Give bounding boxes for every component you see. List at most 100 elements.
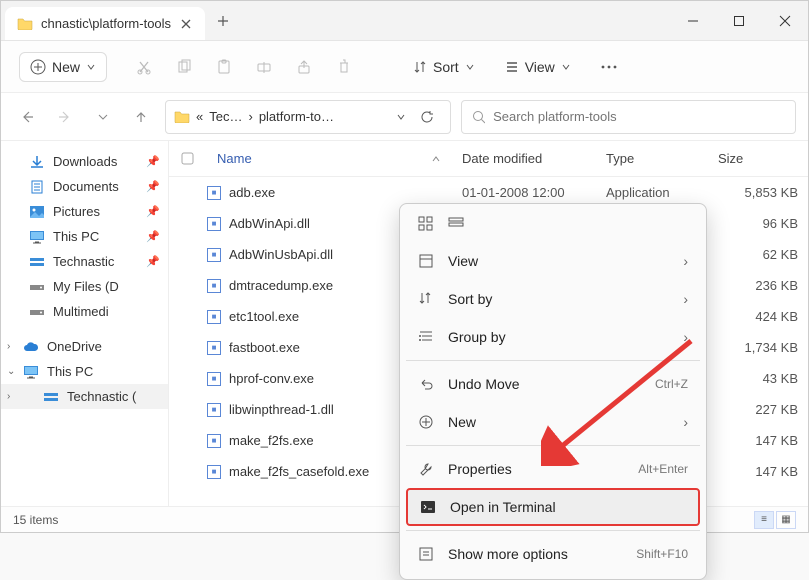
minimize-icon — [687, 15, 699, 27]
more-icon — [418, 546, 436, 562]
search-box[interactable] — [461, 100, 796, 134]
chevron-right-icon: › — [683, 414, 688, 430]
drive-icon — [43, 390, 59, 404]
icons-view-button[interactable]: ▦ — [776, 511, 796, 529]
forward-button[interactable] — [51, 109, 79, 125]
file-size: 96 KB — [708, 216, 808, 231]
ctx-large-icons[interactable] — [418, 216, 436, 232]
new-button[interactable]: New — [19, 52, 107, 82]
sort-icon — [413, 60, 427, 74]
pin-icon: 📌 — [146, 205, 160, 218]
paste-icon — [216, 59, 232, 75]
sidebar-item-label: Technastic ( — [67, 389, 136, 404]
cloud-icon — [23, 340, 39, 354]
status-count: 15 items — [13, 513, 58, 527]
column-type[interactable]: Type — [596, 141, 708, 176]
tab-current[interactable]: chnastic\platform-tools — [5, 7, 205, 40]
new-label: New — [52, 59, 80, 75]
column-check[interactable] — [169, 141, 207, 176]
search-input[interactable] — [493, 109, 785, 124]
file-icon: ■ — [207, 217, 221, 231]
group-icon — [418, 329, 436, 345]
column-headers: Name Date modified Type Size — [169, 141, 808, 177]
details-view-button[interactable]: ≡ — [754, 511, 774, 529]
crumb-seg1[interactable]: Tec… — [209, 109, 242, 124]
close-icon — [779, 15, 791, 27]
ctx-undo[interactable]: Undo MoveCtrl+Z — [406, 365, 700, 403]
drive-icon — [29, 305, 45, 319]
refresh-icon — [420, 110, 434, 124]
wrench-icon — [418, 461, 436, 477]
close-window-button[interactable] — [762, 1, 808, 40]
terminal-icon — [420, 499, 438, 515]
tab-label: chnastic\platform-tools — [41, 16, 171, 31]
column-name[interactable]: Name — [207, 141, 452, 176]
copy-icon — [176, 59, 192, 75]
sidebar-item-thispc[interactable]: This PC📌 — [1, 224, 168, 249]
file-size: 62 KB — [708, 247, 808, 262]
rename-button[interactable] — [245, 51, 283, 83]
sort-button[interactable]: Sort — [403, 53, 485, 81]
context-icon-row — [406, 210, 700, 242]
file-size: 147 KB — [708, 433, 808, 448]
delete-button[interactable] — [325, 51, 363, 83]
view-button[interactable]: View — [495, 53, 581, 81]
file-name: dmtracedump.exe — [229, 278, 333, 293]
view-toggle: ≡ ▦ — [754, 511, 796, 529]
sidebar-item-downloads[interactable]: Downloads📌 — [1, 149, 168, 174]
arrow-left-icon — [19, 109, 35, 125]
chevron-down-icon[interactable] — [396, 112, 406, 122]
sidebar-item-myfiles[interactable]: My Files (D — [1, 274, 168, 299]
ctx-sort-by[interactable]: Sort by› — [406, 280, 700, 318]
breadcrumb[interactable]: « Tec… › platform-to… — [165, 100, 451, 134]
column-size[interactable]: Size — [708, 141, 808, 176]
cut-button[interactable] — [125, 51, 163, 83]
crumb-seg2[interactable]: platform-to… — [259, 109, 334, 124]
sidebar-item-documents[interactable]: Documents📌 — [1, 174, 168, 199]
up-button[interactable] — [89, 109, 117, 125]
sidebar-item-pictures[interactable]: Pictures📌 — [1, 199, 168, 224]
arrow-right-icon — [57, 109, 73, 125]
column-date[interactable]: Date modified — [452, 141, 596, 176]
more-button[interactable] — [591, 59, 627, 75]
sidebar: Downloads📌 Documents📌 Pictures📌 This PC📌… — [1, 141, 169, 506]
ctx-details-view[interactable] — [448, 216, 466, 232]
sidebar-item-label: Downloads — [53, 154, 117, 169]
address-bar-row: « Tec… › platform-to… — [1, 93, 808, 141]
file-icon: ■ — [207, 310, 221, 324]
file-size: 1,734 KB — [708, 340, 808, 355]
drive-icon — [29, 255, 45, 269]
refresh-button[interactable] — [412, 110, 442, 124]
ctx-view[interactable]: View› — [406, 242, 700, 280]
file-name: AdbWinApi.dll — [229, 216, 310, 231]
file-size: 227 KB — [708, 402, 808, 417]
sidebar-item-label: This PC — [47, 364, 93, 379]
ctx-more-options[interactable]: Show more optionsShift+F10 — [406, 535, 700, 573]
minimize-button[interactable] — [670, 1, 716, 40]
share-icon — [296, 59, 312, 75]
cut-icon — [136, 59, 152, 75]
sidebar-item-thispc-child[interactable]: ›Technastic ( — [1, 384, 168, 409]
sidebar-item-onedrive[interactable]: ›OneDrive — [1, 334, 168, 359]
plus-icon — [418, 414, 436, 430]
ctx-new[interactable]: New› — [406, 403, 700, 441]
copy-button[interactable] — [165, 51, 203, 83]
back-button[interactable] — [13, 109, 41, 125]
monitor-icon — [29, 230, 45, 244]
ctx-open-terminal[interactable]: Open in Terminal — [406, 488, 700, 526]
sidebar-item-multimedia[interactable]: Multimedi — [1, 299, 168, 324]
up-one-level-button[interactable] — [127, 109, 155, 125]
view-icon — [418, 253, 436, 269]
maximize-button[interactable] — [716, 1, 762, 40]
grid-icon — [418, 216, 434, 232]
sidebar-item-thispc-tree[interactable]: ⌄This PC — [1, 359, 168, 384]
sidebar-item-technastic[interactable]: Technastic📌 — [1, 249, 168, 274]
paste-button[interactable] — [205, 51, 243, 83]
ctx-properties[interactable]: PropertiesAlt+Enter — [406, 450, 700, 488]
arrow-up-icon — [133, 109, 149, 125]
file-name: AdbWinUsbApi.dll — [229, 247, 333, 262]
ctx-group-by[interactable]: Group by› — [406, 318, 700, 356]
new-tab-button[interactable] — [205, 1, 241, 40]
share-button[interactable] — [285, 51, 323, 83]
close-icon[interactable] — [179, 17, 193, 31]
